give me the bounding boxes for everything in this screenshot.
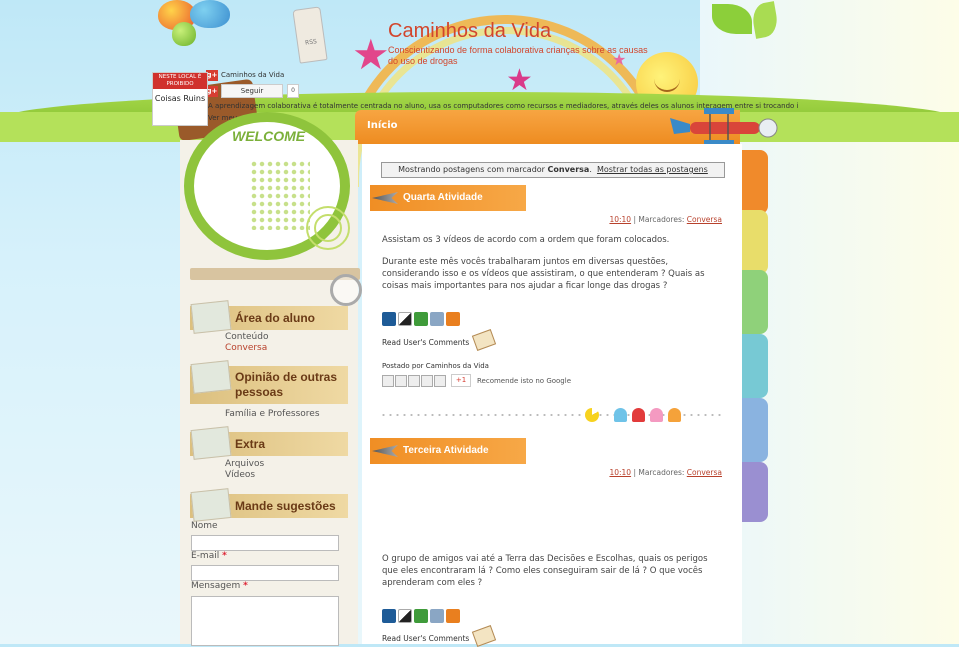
post-title[interactable]: Terceira Atividade (370, 438, 526, 464)
filter-label: Conversa (547, 165, 590, 174)
ghost-icon (668, 408, 681, 422)
site-title[interactable]: Caminhos da Vida (388, 20, 551, 43)
email-field[interactable] (191, 565, 339, 581)
post-time-link[interactable]: 10:10 (609, 468, 631, 477)
post-paragraph: Assistam os 3 vídeos de acordo com a ord… (382, 235, 670, 245)
map-icon (190, 300, 232, 334)
social-share-row (382, 609, 460, 623)
gplus-name[interactable]: Caminhos da Vida (221, 71, 284, 79)
read-comments-link[interactable]: Read User's Comments (382, 338, 469, 347)
nav-home[interactable]: Início (367, 120, 398, 131)
ghost-icon (614, 408, 627, 422)
balloon-icon (190, 0, 230, 28)
site-description: Conscientizando de forma colaborativa cr… (388, 45, 648, 66)
welcome-label: WELCOME (232, 128, 306, 144)
prohibited-sign: NESTE LOCAL É PROIBIDO Coisas Ruins (152, 72, 208, 126)
side-tab (742, 150, 768, 214)
stumbleupon-icon[interactable] (414, 609, 428, 623)
map-icon (190, 488, 232, 522)
gplus-widget: g+ Caminhos da Vida g+ Seguir 0 (206, 68, 304, 98)
ghost-icon (632, 408, 645, 422)
star-icon: ★ (506, 63, 533, 98)
digg-icon[interactable] (382, 312, 396, 326)
sidebar-header-label: Opinião de outras pessoas (235, 370, 338, 399)
post-body: O grupo de amigos vai até a Terra das De… (382, 553, 717, 589)
email-share-icon[interactable] (382, 374, 394, 387)
post-paragraph: O grupo de amigos vai até a Terra das De… (382, 554, 708, 588)
sidebar-link-conversa[interactable]: Conversa (225, 343, 267, 353)
rss-icon[interactable] (446, 609, 460, 623)
post-body: Assistam os 3 vídeos de acordo com a ord… (382, 234, 717, 292)
delicious-icon[interactable] (398, 312, 412, 326)
sidebar-link-arquivos[interactable]: Arquivos (225, 459, 264, 469)
follow-button[interactable]: Seguir (221, 84, 283, 98)
map-icon (190, 360, 232, 394)
facebook-share-icon[interactable] (421, 374, 433, 387)
twitter-share-icon[interactable] (408, 374, 420, 387)
post-title[interactable]: Quarta Atividade (370, 185, 526, 211)
post-paragraph: Durante este mês vocês trabalharam junto… (382, 257, 705, 291)
technorati-icon[interactable] (430, 609, 444, 623)
follow-count: 0 (287, 84, 299, 98)
sidebar-header-sugestoes: Mande sugestões (190, 488, 348, 522)
delicious-icon[interactable] (398, 609, 412, 623)
name-field[interactable] (191, 535, 339, 551)
read-comments-link[interactable]: Read User's Comments (382, 634, 469, 643)
map-icon (190, 426, 232, 460)
side-tab (742, 398, 768, 462)
arrow-icon (372, 192, 398, 204)
side-tab (742, 334, 768, 398)
post-time-link[interactable]: 10:10 (609, 215, 631, 224)
technorati-icon[interactable] (430, 312, 444, 326)
message-label: Mensagem * (191, 581, 248, 591)
decorative-dots (250, 160, 310, 230)
blogger-share-icon[interactable] (395, 374, 407, 387)
label-filter-bar: Mostrando postagens com marcador Convers… (381, 162, 725, 178)
post-label-link[interactable]: Conversa (687, 468, 722, 477)
post-meta: 10:10 | Marcadores: Conversa (609, 468, 722, 477)
plus-one-button[interactable]: +1 (451, 374, 471, 387)
magnifier-icon (330, 274, 362, 306)
social-share-row (382, 312, 460, 326)
side-tab (742, 462, 768, 522)
side-tab (742, 270, 768, 334)
arrow-icon (372, 445, 398, 457)
sidebar-header-opiniao: Opinião de outras pessoas (190, 360, 348, 404)
sidebar-header-area-aluno: Área do aluno (190, 300, 348, 334)
sidebar-header-extra: Extra (190, 426, 348, 460)
post-meta: 10:10 | Marcadores: Conversa (609, 215, 722, 224)
side-tab (742, 210, 768, 274)
posted-by: Postado por Caminhos da Vida (382, 362, 489, 370)
balloon-icon (172, 22, 196, 46)
email-label: E-mail * (191, 551, 227, 561)
recommend-text: Recomende isto no Google (477, 376, 571, 385)
prohibited-sign-header: NESTE LOCAL É PROIBIDO (153, 73, 207, 89)
sidebar-link-videos[interactable]: Vídeos (225, 470, 255, 480)
side-tabs (742, 150, 768, 644)
sidebar-header-label: Extra (235, 437, 266, 451)
pacman-icon (585, 408, 599, 422)
message-field[interactable] (191, 596, 339, 646)
sidebar-link-familia[interactable]: Família e Professores (225, 409, 320, 419)
sidebar-header-label: Área do aluno (235, 311, 316, 325)
show-all-posts-link[interactable]: Mostrar todas as postagens (597, 165, 708, 174)
ghost-icon (650, 408, 663, 422)
rss-icon[interactable] (446, 312, 460, 326)
rss-tag[interactable]: RSS (292, 6, 328, 64)
digg-icon[interactable] (382, 609, 396, 623)
stumbleupon-icon[interactable] (414, 312, 428, 326)
orkut-share-icon[interactable] (434, 374, 446, 387)
name-label: Nome (191, 521, 218, 531)
decorative-ring (314, 214, 342, 242)
star-icon: ★ (352, 30, 390, 79)
sidebar-link-conteudo[interactable]: Conteúdo (225, 332, 268, 342)
prohibited-sign-text: Coisas Ruins (154, 94, 206, 103)
share-buttons: +1 Recomende isto no Google (382, 374, 571, 387)
sidebar-header-label: Mande sugestões (235, 499, 336, 513)
post-label-link[interactable]: Conversa (687, 215, 722, 224)
